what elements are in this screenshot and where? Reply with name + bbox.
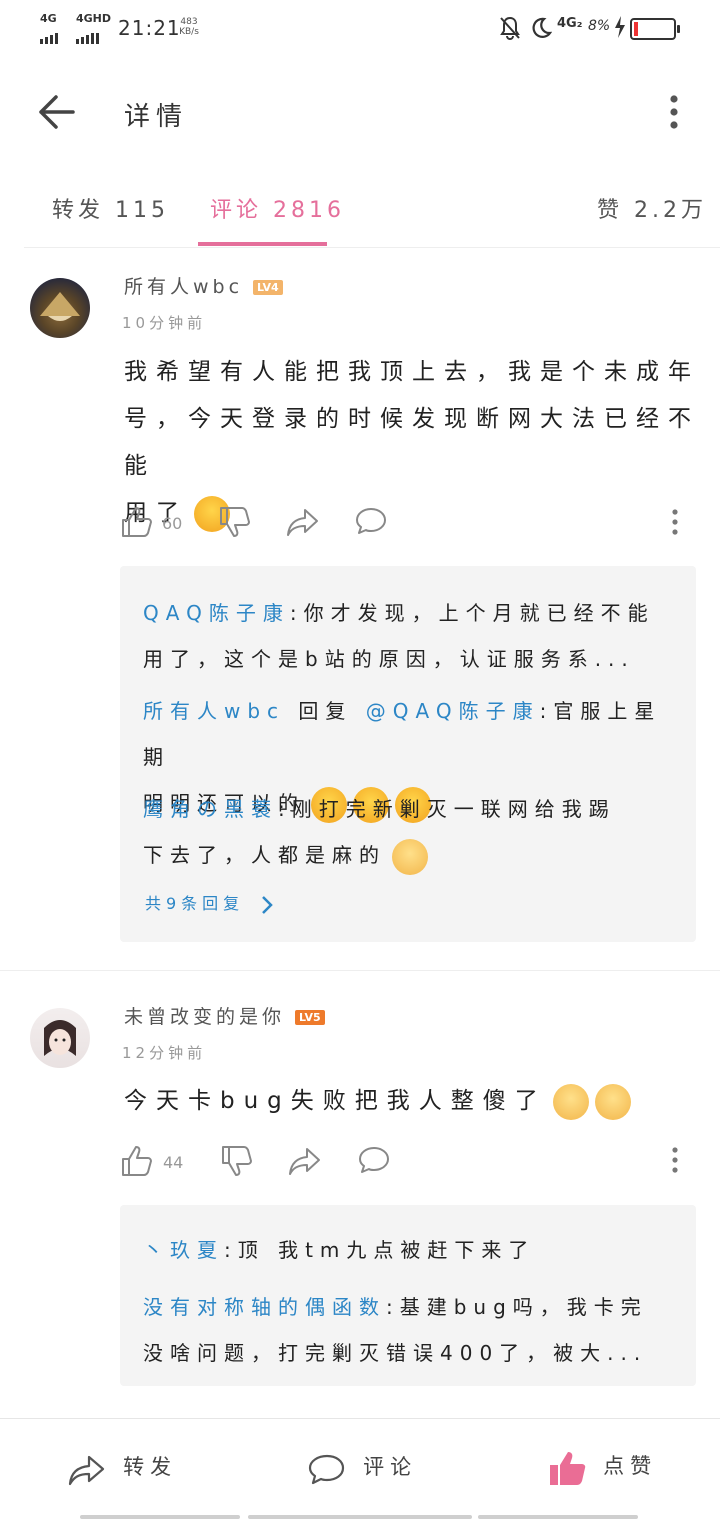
dizzy-emoji-icon <box>552 1083 589 1120</box>
network-status: 4G₂ <box>557 16 583 31</box>
speed-value: 483 <box>180 17 198 27</box>
sleepy-emoji-icon <box>392 838 428 875</box>
comment-label: 评论 <box>363 1455 418 1479</box>
reply-text: :顶 我tm九点被赶下来了 <box>224 1238 536 1262</box>
avatar-image <box>40 292 80 321</box>
back-arrow-icon[interactable] <box>36 92 76 132</box>
nav-indicator <box>248 1515 472 1519</box>
username-text: 未曾改变的是你 <box>124 1006 286 1028</box>
comment-text: 今天卡bug失败把我人整傻了 <box>124 1078 704 1125</box>
comment-line: 今天卡bug失败把我人整傻了 <box>124 1088 547 1114</box>
nav-indicator <box>80 1515 240 1519</box>
reply-username[interactable]: 鹰角の黑蓑 <box>143 797 278 821</box>
reply-username[interactable]: QAQ陈子康 <box>143 601 290 625</box>
reply-item[interactable]: QAQ陈子康:你才发现，上个月就已经不能 用了，这个是b站的原因，认证服务系..… <box>143 590 683 682</box>
comment-time: 10分钟前 <box>122 314 207 332</box>
like-count: 44 <box>163 1153 184 1172</box>
comment-button[interactable]: 评论 <box>308 1451 417 1488</box>
share-icon[interactable] <box>288 1144 322 1178</box>
reply-text: :基建bug吗，我卡完 <box>386 1295 648 1319</box>
avatar[interactable] <box>30 278 90 338</box>
reply-text: 下去了，人都是麻的 <box>143 843 386 867</box>
view-all-replies[interactable]: 共9条回复 <box>145 890 274 915</box>
battery-percent: 8% <box>588 18 611 34</box>
repost-label: 转发 <box>123 1455 178 1479</box>
reply-username[interactable]: 没有对称轴的偶函数 <box>143 1295 386 1319</box>
reply-count-text: 共9条回复 <box>145 894 245 913</box>
tab-likes[interactable]: 赞 2.2万 <box>597 192 707 224</box>
network-label-1: 4G <box>40 12 57 25</box>
reply-username[interactable]: 丶玖夏 <box>143 1238 224 1262</box>
comment-line: 号，今天登录的时候发现断网大法已经不能 <box>124 406 700 479</box>
bottom-action-bar: 转发 评论 点赞 <box>0 1418 720 1521</box>
reply-text: 用了，这个是b站的原因，认证服务系... <box>143 647 635 671</box>
share-icon[interactable] <box>286 505 320 539</box>
repost-button[interactable]: 转发 <box>68 1451 177 1488</box>
comment-icon <box>308 1454 345 1484</box>
reply-icon[interactable] <box>357 1144 391 1178</box>
chevron-right-icon <box>262 895 274 914</box>
comment-line: 我希望有人能把我顶上去，我是个未成年 <box>124 359 700 385</box>
signal-1: 4G <box>40 12 60 44</box>
share-icon <box>68 1455 105 1485</box>
comment-more-icon[interactable] <box>668 508 682 536</box>
status-bar: 4G 4GHD 21:21 483 KB/s 4G₂ 8% <box>0 0 720 56</box>
comment-username[interactable]: 所有人wbc LV4 <box>124 272 283 299</box>
thumbs-down-icon[interactable] <box>220 1144 254 1178</box>
more-options-button[interactable] <box>664 94 684 132</box>
reply-icon[interactable] <box>354 505 388 539</box>
active-tab-indicator <box>198 242 327 246</box>
tab-repost[interactable]: 转发 115 <box>52 192 169 224</box>
like-button[interactable]: 点赞 <box>548 1449 657 1487</box>
charging-bolt-icon <box>615 16 625 38</box>
like-count: 60 <box>162 514 183 533</box>
reply-mention[interactable]: @QAQ陈子康 <box>366 699 540 723</box>
battery-icon <box>630 18 680 40</box>
tab-comments[interactable]: 评论 2816 <box>210 192 345 224</box>
comment-text: 我希望有人能把我顶上去，我是个未成年 号，今天登录的时候发现断网大法已经不能 用… <box>124 349 704 537</box>
thumbs-up-filled-icon <box>550 1452 586 1485</box>
page-title: 详情 <box>124 102 189 132</box>
reply-text: :刚打完新剿灭一联网给我踢 <box>278 797 616 821</box>
tabs-divider <box>24 247 720 248</box>
comment-divider <box>0 970 720 971</box>
level-badge: LV5 <box>295 1010 325 1025</box>
like-label: 点赞 <box>603 1453 658 1478</box>
network-label-2: 4GHD <box>76 12 112 25</box>
avatar-image <box>44 1020 76 1056</box>
moon-icon <box>532 17 552 38</box>
avatar[interactable] <box>30 1008 90 1068</box>
comment-username[interactable]: 未曾改变的是你 LV5 <box>124 1002 325 1029</box>
bell-muted-icon <box>500 16 520 40</box>
more-vertical-icon <box>670 95 678 129</box>
reply-text: :你才发现，上个月就已经不能 <box>289 601 655 625</box>
thumbs-up-icon[interactable] <box>120 1144 154 1178</box>
signal-bars-icon <box>40 25 60 44</box>
reply-username[interactable]: 所有人wbc <box>143 699 285 723</box>
speed-unit: KB/s <box>179 27 199 37</box>
reply-text: 回复 <box>285 699 366 723</box>
clock: 21:21 <box>118 16 181 40</box>
battery-level <box>634 22 638 36</box>
thumbs-down-icon[interactable] <box>218 505 252 539</box>
username-text: 所有人wbc <box>124 276 244 298</box>
network-speed: 483 KB/s <box>176 17 202 37</box>
nav-indicator <box>478 1515 638 1519</box>
dizzy-emoji-icon <box>594 1083 631 1120</box>
level-badge: LV4 <box>253 280 283 295</box>
thumbs-up-icon[interactable] <box>120 505 154 539</box>
comment-time: 12分钟前 <box>122 1044 207 1062</box>
reply-item[interactable]: 没有对称轴的偶函数:基建bug吗，我卡完 没啥问题，打完剿灭错误400了，被大.… <box>143 1284 683 1376</box>
comment-more-icon[interactable] <box>668 1146 682 1174</box>
reply-item[interactable]: 鹰角の黑蓑:刚打完新剿灭一联网给我踢 下去了，人都是麻的 <box>143 786 683 878</box>
reply-text: 没啥问题，打完剿灭错误400了，被大... <box>143 1341 648 1365</box>
signal-2: 4GHD <box>76 12 111 44</box>
signal-bars-icon <box>76 25 101 44</box>
reply-item[interactable]: 丶玖夏:顶 我tm九点被赶下来了 <box>143 1227 683 1273</box>
